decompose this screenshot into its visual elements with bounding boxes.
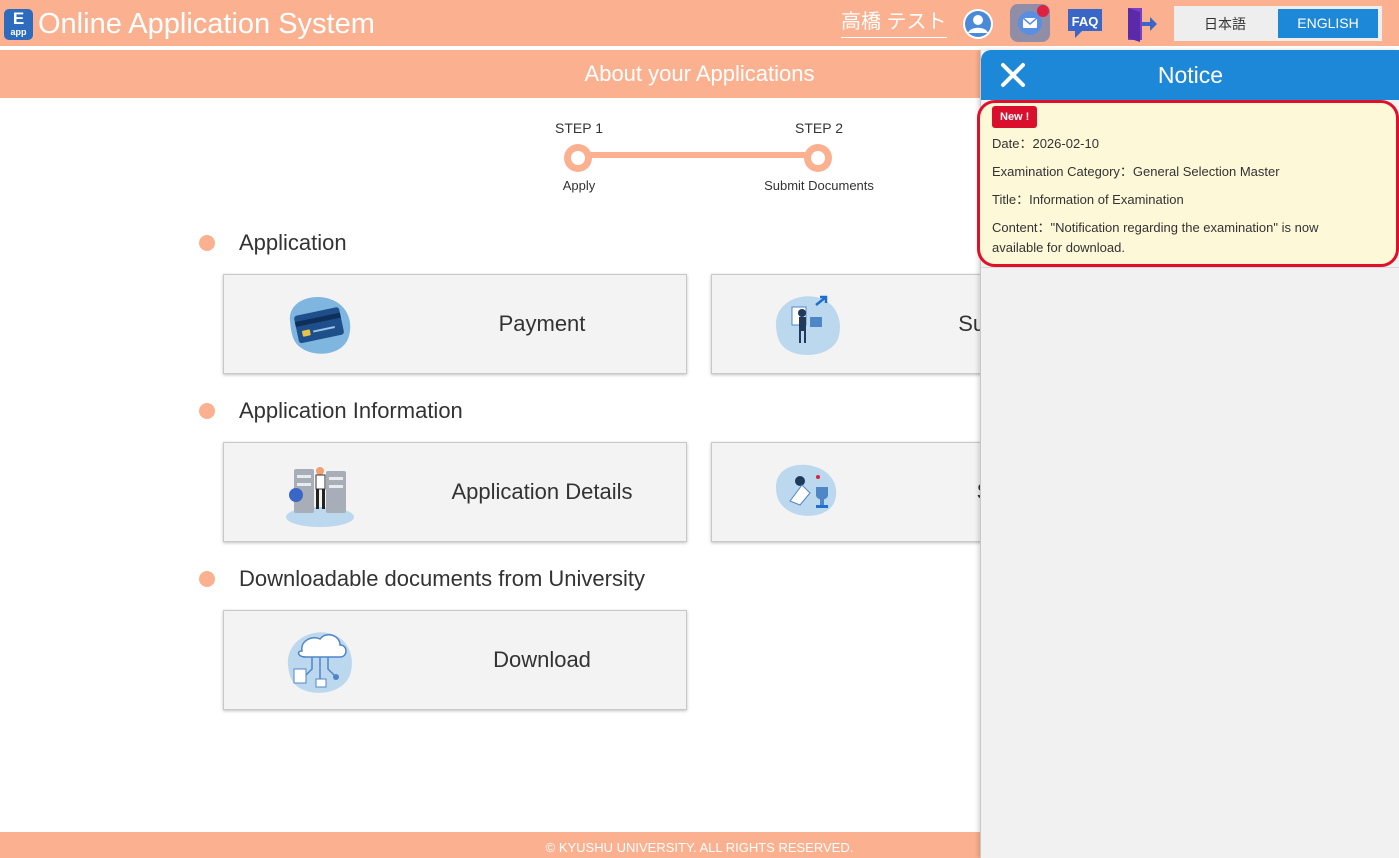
notice-panel-header: Notice <box>981 50 1399 100</box>
logo-sub: app <box>10 27 27 37</box>
step-1-number: STEP 1 <box>555 120 603 136</box>
panel-divider <box>981 267 1399 268</box>
step-progress-line <box>578 152 818 158</box>
app-logo-icon[interactable]: E app <box>4 9 33 40</box>
notice-title: Title：Information of Examination <box>992 192 1184 207</box>
card-label: Payment <box>498 311 586 336</box>
section-title-downloadable-documents: Downloadable documents from University <box>239 566 645 591</box>
user-profile-icon[interactable] <box>959 5 997 43</box>
step-2-marker <box>804 144 832 172</box>
logout-door-icon[interactable] <box>1122 5 1160 43</box>
section-bullet <box>199 571 215 587</box>
app-title: Online Application System <box>38 8 375 40</box>
step-1-marker <box>564 144 592 172</box>
user-name-link[interactable]: 高橋 テスト <box>841 9 947 38</box>
card-label: Application Details <box>451 479 633 504</box>
notice-category: Examination Category：General Selection M… <box>992 164 1280 179</box>
step-2-label: Submit Documents <box>764 178 874 193</box>
close-icon[interactable] <box>997 59 1029 91</box>
logo-letter: E <box>12 9 25 28</box>
notice-panel-title: Notice <box>1157 62 1224 88</box>
status-trophy-icon <box>770 455 846 531</box>
section-bullet <box>199 403 215 419</box>
lang-japanese-button[interactable]: 日本語 <box>1182 10 1268 38</box>
app-header: E app Online Application System 高橋 テスト F… <box>0 0 1399 48</box>
faq-label: FAQ <box>1072 14 1099 29</box>
step-2-number: STEP 2 <box>795 120 843 136</box>
card-label: Download <box>493 647 591 672</box>
lang-english-button[interactable]: ENGLISH <box>1278 9 1378 38</box>
section-bullet <box>199 235 215 251</box>
notice-panel: Notice New ! Date：2026-02-10 Examination… <box>977 50 1399 858</box>
faq-icon[interactable]: FAQ <box>1066 5 1104 43</box>
mail-notice-icon[interactable] <box>1010 4 1050 42</box>
section-title-application: Application <box>239 230 347 255</box>
cloud-download-icon <box>282 623 358 699</box>
payment-card-button[interactable]: Payment <box>223 274 687 374</box>
server-person-icon <box>282 455 358 531</box>
credit-card-icon <box>282 287 358 363</box>
notice-item[interactable]: New ! Date：2026-02-10 Examination Catego… <box>977 100 1399 267</box>
unread-dot-icon <box>1037 5 1049 17</box>
section-title-application-information: Application Information <box>239 398 463 423</box>
new-badge: New ! <box>992 106 1038 128</box>
notice-date: Date：2026-02-10 <box>992 136 1099 151</box>
notice-content: Content："Notification regarding the exam… <box>992 220 1319 255</box>
language-switcher: 日本語 ENGLISH <box>1174 6 1382 41</box>
step-1-label: Apply <box>562 178 596 193</box>
application-details-card-button[interactable]: Application Details <box>223 442 687 542</box>
submit-documents-icon <box>770 287 846 363</box>
download-card-button[interactable]: Download <box>223 610 687 710</box>
